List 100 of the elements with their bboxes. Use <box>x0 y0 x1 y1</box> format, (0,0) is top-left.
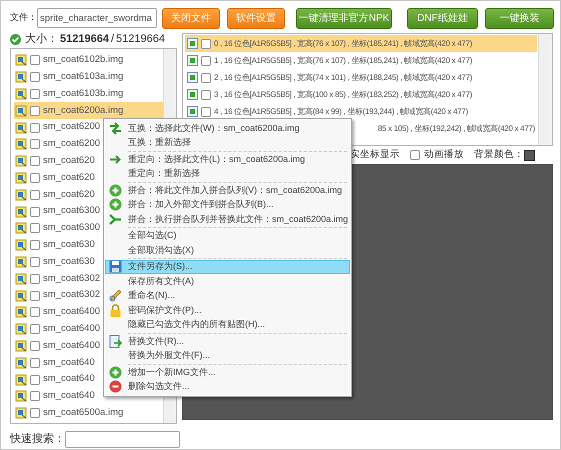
checkbox[interactable] <box>30 122 40 133</box>
frame-row[interactable]: 3 , 16 位色[A1R5G5B5] , 宽高(100 x 85) , 坐标(183,252) , 帧域宽高(420 x 477) <box>185 86 537 103</box>
frame-row[interactable]: 2 , 16 位色[A1R5G5B5] , 宽高(74 x 101) , 坐标(188,245) , 帧域宽高(420 x 477) <box>185 69 537 86</box>
checkbox[interactable] <box>30 274 40 284</box>
frame-info: 3 , 16 位色[A1R5G5B5] , 宽高(100 x 85) , 坐标(183,252) , 帧域宽高(420 x 477) <box>214 88 472 100</box>
frame-info: 2 , 16 位色[A1R5G5B5] , 宽高(74 x 101) , 坐标(188,245) , 帧域宽高(420 x 477) <box>214 72 472 84</box>
frame-info: 1 , 16 位色[A1R5G5B5] , 宽高(76 x 107) , 坐标(185,241) , 帧域宽高(420 x 477) <box>214 54 472 66</box>
search-label: 快速搜索： <box>10 432 65 447</box>
menu-item[interactable]: 删除勾选文件... <box>105 380 350 394</box>
image-file-icon <box>15 206 27 218</box>
minus-circle-icon <box>109 380 122 394</box>
checkbox[interactable] <box>30 156 40 166</box>
checkbox[interactable] <box>201 72 211 82</box>
menu-item[interactable]: 全部勾选(C) <box>105 228 350 243</box>
file-field[interactable]: sprite_character_swordma <box>37 8 157 28</box>
file-row[interactable]: sm_coat6103b.img <box>14 86 163 102</box>
file-name: sm_coat6400 <box>43 338 100 353</box>
menu-item[interactable]: 替换为外服文件(F)... <box>105 348 350 363</box>
option-label: 背景颜色： <box>474 148 524 162</box>
menu-item[interactable]: 密码保护文件(P)... <box>105 303 350 318</box>
file-row[interactable]: sm_coat6200a.img <box>14 102 163 120</box>
frame-row[interactable]: 1 , 16 位色[A1R5G5B5] , 宽高(76 x 107) , 坐标(185,241) , 帧域宽高(420 x 477) <box>185 52 537 69</box>
checkbox[interactable] <box>30 72 40 82</box>
file-name: sm_coat6400 <box>43 305 100 320</box>
checkbox[interactable] <box>201 56 211 66</box>
menu-item[interactable]: 互换：选择此文件(W)：sm_coat6200a.img <box>105 121 350 136</box>
checkbox[interactable] <box>30 240 40 250</box>
frame-info: 4 , 16 位色[A1R5G5B5] , 宽高(84 x 99) , 坐标(193,244) , 帧域宽高(420 x 477) <box>214 106 468 118</box>
plus-circle-icon <box>109 366 122 379</box>
image-file-icon <box>15 407 27 420</box>
file-name: sm_coat640 <box>43 389 95 404</box>
menu-item[interactable]: 拼合：执行拼合队列并替换此文件：sm_coat6200a.img <box>105 212 350 226</box>
checkbox[interactable] <box>410 150 420 160</box>
checkbox[interactable] <box>30 374 40 385</box>
size-value: 51219664 <box>60 32 109 47</box>
checkbox[interactable] <box>201 106 211 116</box>
checkbox[interactable] <box>30 408 40 418</box>
swap-arrows-icon <box>109 122 122 135</box>
checkbox[interactable] <box>30 88 40 99</box>
checkbox[interactable] <box>30 307 40 318</box>
checkbox[interactable] <box>30 55 40 66</box>
checkbox[interactable] <box>30 340 40 351</box>
menu-item[interactable]: 保存所有文件(A) <box>105 274 350 288</box>
image-file-icon <box>15 88 27 100</box>
menu-item[interactable]: 拼合：加入外部文件到拼合队列(B)... <box>105 198 350 212</box>
image-file-icon <box>15 155 27 168</box>
file-name: sm_coat630 <box>43 254 95 269</box>
size-separator: / <box>110 32 114 47</box>
menu-item[interactable]: 互换：重新选择 <box>105 136 350 150</box>
file-name: sm_coat620 <box>43 188 95 202</box>
file-name: sm_coat6200 <box>43 120 100 134</box>
image-file-icon <box>15 323 27 336</box>
image-file-icon <box>15 122 27 134</box>
frame-row[interactable]: 0 , 16 位色[A1R5G5B5] , 宽高(76 x 107) , 坐标(185,241) , 帧域宽高(420 x 477) <box>185 35 537 52</box>
menu-item[interactable]: 隐藏已勾选文件内的所有贴图(H)... <box>105 318 350 332</box>
file-name: sm_coat6500a.img <box>43 406 124 420</box>
menu-item[interactable]: 文件另存为(S)... <box>105 260 350 274</box>
image-file-icon <box>15 306 27 318</box>
menu-item[interactable]: 拼合：将此文件加入拼合队列(V)：sm_coat6200a.img <box>105 183 350 198</box>
menu-item[interactable]: 增加一个新IMG文件... <box>105 365 350 380</box>
checkbox[interactable] <box>30 324 40 334</box>
checkbox[interactable] <box>30 358 40 368</box>
file-name: sm_coat6400 <box>43 322 100 336</box>
checkbox[interactable] <box>30 206 40 217</box>
file-name: sm_coat6302 <box>43 272 100 286</box>
menu-item[interactable]: 重命名(N)... <box>105 288 350 303</box>
checkbox[interactable] <box>201 90 211 100</box>
menu-item[interactable]: 重定向：选择此文件(L)：sm_coat6200a.img <box>105 152 350 166</box>
frame-info: 0 , 16 位色[A1R5G5B5] , 宽高(76 x 107) , 坐标(185,241) , 帧域宽高(420 x 477) <box>214 38 472 50</box>
checkbox[interactable] <box>30 139 40 150</box>
file-name: sm_coat6300 <box>43 204 100 218</box>
checkbox[interactable] <box>201 38 211 48</box>
file-name: sm_coat640 <box>43 372 95 386</box>
file-row[interactable]: sm_coat6500a.img <box>14 404 163 422</box>
checkbox[interactable] <box>30 190 40 200</box>
image-file-icon <box>15 390 27 402</box>
checkbox[interactable] <box>30 391 40 402</box>
image-file-icon <box>15 222 27 234</box>
file-name: sm_coat6200a.img <box>43 104 124 118</box>
file-row[interactable]: sm_coat6103a.img <box>14 68 163 86</box>
scrollbar[interactable] <box>538 34 552 145</box>
checkbox[interactable] <box>30 290 40 301</box>
file-row[interactable]: sm_coat6102b.img <box>14 52 163 69</box>
menu-item[interactable]: 全部取消勾选(X) <box>105 243 350 258</box>
checkbox[interactable] <box>30 172 40 183</box>
checkbox[interactable] <box>30 256 40 267</box>
frame-row[interactable]: 4 , 16 位色[A1R5G5B5] , 宽高(84 x 99) , 坐标(193,244) , 帧域宽高(420 x 477) <box>185 103 537 120</box>
checkbox[interactable] <box>30 223 40 234</box>
size-label: 大小： <box>25 32 58 47</box>
frame-icon <box>187 38 198 49</box>
search-field[interactable] <box>65 430 180 448</box>
color-swatch[interactable] <box>524 150 535 160</box>
menu-item[interactable]: 替换文件(R)... <box>105 334 350 348</box>
menu-item[interactable]: 重定向：重新选择 <box>105 166 350 181</box>
checkbox[interactable] <box>30 106 40 116</box>
image-file-icon <box>15 356 27 369</box>
option-label: 动画播放 <box>424 148 464 162</box>
image-file-icon <box>15 272 27 285</box>
frame-icon <box>187 55 198 66</box>
file-name: sm_coat6102b.img <box>43 53 124 68</box>
